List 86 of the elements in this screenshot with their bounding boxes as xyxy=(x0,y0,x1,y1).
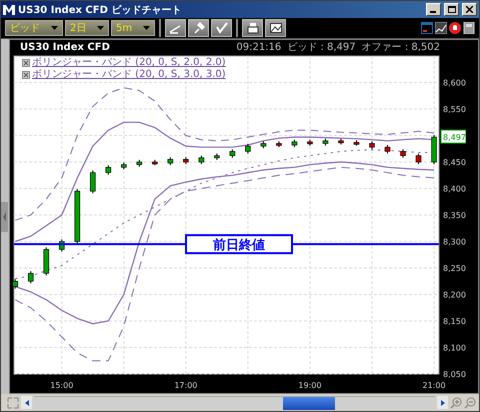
axis-label: 15:00 xyxy=(50,381,74,390)
logo-icon xyxy=(3,4,15,14)
check-tool-button[interactable] xyxy=(211,19,232,37)
window-title: US30 Index CFD ビッドチャート xyxy=(18,4,182,16)
dropdown[interactable]: 5m xyxy=(111,20,155,36)
candlestick xyxy=(74,188,80,244)
axis-label: 21:00 xyxy=(422,381,446,390)
candlestick xyxy=(416,153,422,165)
price-tag: 8,497 xyxy=(440,130,466,144)
candlestick xyxy=(307,139,313,146)
axis-label: 19:00 xyxy=(298,381,322,390)
candlestick xyxy=(198,155,204,165)
candlestick xyxy=(168,156,174,166)
line-tool-button[interactable] xyxy=(165,19,186,37)
caret-icon xyxy=(97,26,104,30)
alert-icon[interactable] xyxy=(449,22,461,34)
axis-label: 8,250 xyxy=(443,264,466,273)
candlestick xyxy=(369,140,375,150)
maximize-button[interactable] xyxy=(444,3,459,16)
caret-icon xyxy=(143,26,150,30)
candlestick xyxy=(183,156,189,165)
candlestick xyxy=(322,138,328,146)
candlestick xyxy=(354,140,360,146)
right-arrow-icon xyxy=(440,400,444,406)
reference-label: 前日終値 xyxy=(185,234,293,254)
chart-image-icon xyxy=(270,22,282,34)
calculator-icon[interactable] xyxy=(463,22,475,34)
axis-label: 8,350 xyxy=(443,211,466,220)
maximize-icon xyxy=(448,6,456,13)
candlestick xyxy=(230,148,236,158)
candlestick xyxy=(58,238,65,252)
dropdown[interactable]: ビッド xyxy=(5,20,63,36)
pin-icon xyxy=(192,22,204,34)
ref-line-label: 前日終値 xyxy=(212,238,265,254)
axis-label: 8,400 xyxy=(443,184,466,194)
close-icon[interactable] xyxy=(22,70,30,78)
candlestick xyxy=(245,143,251,154)
axis-label: 8,300 xyxy=(443,238,466,246)
close-icon xyxy=(466,6,473,13)
candlestick xyxy=(136,159,142,168)
candlestick xyxy=(214,153,220,160)
candlestick xyxy=(28,270,34,284)
axis-label: 8,200 xyxy=(443,290,466,300)
indicator-link[interactable]: ボリンジャー・バンド (20, 0, S, 2.0, 2.0) xyxy=(32,57,226,68)
candlestick xyxy=(152,159,158,166)
candlestick xyxy=(292,139,298,148)
candlestick xyxy=(338,138,344,145)
axis-label: 8,100 xyxy=(443,344,466,352)
check-icon xyxy=(216,22,228,34)
candlestick xyxy=(106,164,112,176)
image-button[interactable] xyxy=(265,19,286,37)
offer-price: オファー : 8,502 xyxy=(362,41,440,54)
collapse-handle-icon[interactable] xyxy=(1,202,8,232)
candlestick xyxy=(121,162,127,170)
indicator-link[interactable]: ボリンジャー・バンド (20, 0, S, 3.0, 3.0) xyxy=(32,69,226,80)
scrollbar-thumb[interactable] xyxy=(282,396,335,410)
axis-label: 8,050 xyxy=(443,370,466,379)
axis-label: 8,150 xyxy=(443,317,466,326)
candlestick xyxy=(431,134,437,165)
candlestick xyxy=(384,144,390,154)
close-icon[interactable] xyxy=(22,58,30,66)
chart-icon[interactable] xyxy=(435,22,447,34)
scroll-right-button[interactable] xyxy=(437,396,448,409)
axis-label: 8,600 xyxy=(443,78,466,88)
axis-label: 17:00 xyxy=(174,381,198,390)
candlestick xyxy=(400,148,406,158)
pin-tool-button[interactable] xyxy=(188,19,209,37)
left-arrow-icon xyxy=(24,400,28,406)
symbol-name: US30 Index CFD xyxy=(20,42,111,52)
close-button[interactable] xyxy=(462,3,477,16)
print-button[interactable] xyxy=(242,19,263,37)
candlestick xyxy=(90,170,96,194)
quote-time: 09:21:16 xyxy=(236,42,282,52)
bid-price: ビッド : 8,497 xyxy=(287,41,356,54)
dropdown[interactable]: 2日 xyxy=(65,20,109,36)
scroll-left-button[interactable] xyxy=(21,396,32,409)
candlestick xyxy=(12,278,18,290)
caret-icon xyxy=(51,26,58,30)
candlestick xyxy=(260,140,266,149)
minimize-button[interactable] xyxy=(426,3,441,16)
candlestick xyxy=(276,140,282,148)
axis-label: 8,550 xyxy=(443,105,466,114)
candlestick xyxy=(43,246,50,276)
axis-label: 8,450 xyxy=(443,158,466,167)
printer-icon xyxy=(246,22,258,34)
window-icon[interactable] xyxy=(421,22,433,34)
